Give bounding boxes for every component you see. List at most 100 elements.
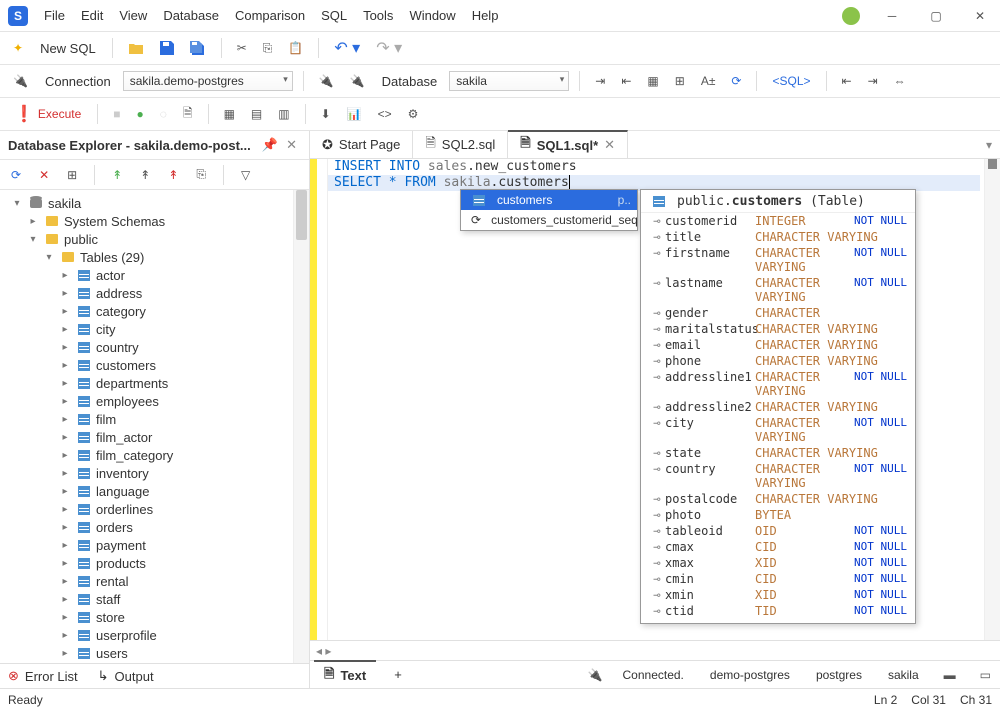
layout1-icon[interactable]: ▦ xyxy=(219,104,240,124)
tab-sql2[interactable]: 🗎SQL2.sql xyxy=(413,131,508,159)
copy-icon[interactable]: ⎘ xyxy=(258,38,278,59)
tree-table-userprofile[interactable]: ▸userprofile xyxy=(0,626,309,644)
tab-sql1[interactable]: 🗎SQL1.sql*✕ xyxy=(508,130,628,158)
remove-connection-icon[interactable]: 🔌 xyxy=(345,71,370,91)
del-conn-icon[interactable]: ↟ xyxy=(135,165,155,185)
error-list-button[interactable]: ⊗Error List xyxy=(8,668,78,684)
paste-icon[interactable]: 📋 xyxy=(283,38,308,58)
history-icon[interactable]: 🗎 xyxy=(178,101,198,128)
menu-view[interactable]: View xyxy=(111,8,155,23)
database-explorer-panel[interactable]: Database Explorer - sakila.demo-post... … xyxy=(0,131,310,688)
database-dropdown[interactable]: sakila xyxy=(449,71,569,91)
align-center-icon[interactable]: ⇔ xyxy=(889,71,911,91)
align-left-icon[interactable]: ⇤ xyxy=(837,71,857,91)
menu-comparison[interactable]: Comparison xyxy=(227,8,313,23)
autocomplete-popup[interactable]: customers p.. ⟳ customers_customerid_seq… xyxy=(460,189,638,231)
new-sql-button[interactable]: New SQL xyxy=(34,38,102,59)
grid-icon[interactable]: ▦ xyxy=(642,71,663,91)
menu-file[interactable]: File xyxy=(36,8,73,23)
connection-icon[interactable]: 🔌 xyxy=(8,71,33,91)
tree-schema-public[interactable]: ▾public xyxy=(0,230,309,248)
tabs-overflow-icon[interactable]: ▾ xyxy=(978,138,1000,152)
tree-table-actor[interactable]: ▸actor xyxy=(0,266,309,284)
save-all-icon[interactable] xyxy=(185,38,211,58)
collapse-icon[interactable]: ✕ xyxy=(34,165,54,185)
align-right-icon[interactable]: ⇥ xyxy=(863,71,883,91)
redo-icon[interactable]: ↷ ▾ xyxy=(371,35,407,61)
tree-db-sakila[interactable]: ▾sakila xyxy=(0,194,309,212)
close-button[interactable]: ✕ xyxy=(968,4,992,28)
tree-table-users[interactable]: ▸users xyxy=(0,644,309,662)
connection-dropdown[interactable]: sakila.demo-postgres xyxy=(123,71,293,91)
tree-table-film_category[interactable]: ▸film_category xyxy=(0,446,309,464)
tree-table-language[interactable]: ▸language xyxy=(0,482,309,500)
sql-editor[interactable]: INSERT INTO sales.new_customers SELECT *… xyxy=(310,159,1000,640)
tree-table-category[interactable]: ▸category xyxy=(0,302,309,320)
stop-icon[interactable]: ■ xyxy=(108,104,125,124)
layout-toggle-1[interactable]: ▬ xyxy=(939,665,961,685)
duplicate-icon[interactable]: ⎘ xyxy=(191,164,211,185)
menu-window[interactable]: Window xyxy=(401,8,463,23)
tab-close-icon[interactable]: ✕ xyxy=(604,137,615,153)
sql-profiler-icon[interactable]: <SQL> xyxy=(767,71,815,91)
tree-scrollbar[interactable] xyxy=(293,190,309,663)
tree-table-rental[interactable]: ▸rental xyxy=(0,572,309,590)
panel-close-icon[interactable]: ✕ xyxy=(282,137,301,153)
rollback-icon[interactable]: ◌ xyxy=(155,104,172,124)
minimize-button[interactable]: ─ xyxy=(880,4,904,28)
undo-icon[interactable]: ↶ ▾ xyxy=(329,35,365,61)
menu-tools[interactable]: Tools xyxy=(355,8,401,23)
tree-table-products[interactable]: ▸products xyxy=(0,554,309,572)
menu-help[interactable]: Help xyxy=(464,8,507,23)
format-icon[interactable]: ⊞ xyxy=(670,71,690,91)
tree-tables-folder[interactable]: ▾Tables (29) xyxy=(0,248,309,266)
zap-icon[interactable]: ✦ xyxy=(8,38,28,58)
editor-hscroll[interactable]: ◂ ▸ xyxy=(310,640,1000,660)
save-icon[interactable] xyxy=(155,38,179,58)
result-tab-add[interactable]: + xyxy=(384,664,412,685)
menu-database[interactable]: Database xyxy=(155,8,227,23)
outdent-icon[interactable]: ⇤ xyxy=(616,71,636,91)
tree-table-departments[interactable]: ▸departments xyxy=(0,374,309,392)
menu-edit[interactable]: Edit xyxy=(73,8,111,23)
layout-toggle-2[interactable]: ▭ xyxy=(975,665,996,685)
tree-table-inventory[interactable]: ▸inventory xyxy=(0,464,309,482)
tree-table-customers[interactable]: ▸customers xyxy=(0,356,309,374)
tree-table-orders[interactable]: ▸orders xyxy=(0,518,309,536)
filter-icon[interactable]: ▽ xyxy=(236,165,255,185)
edit-conn-icon[interactable]: ↟ xyxy=(163,165,183,185)
object-tree[interactable]: ▾sakila▸System Schemas▾public▾Tables (29… xyxy=(0,190,309,663)
tree-table-store[interactable]: ▸store xyxy=(0,608,309,626)
result-tab-text[interactable]: 🗎Text xyxy=(314,660,376,690)
tree-table-film_actor[interactable]: ▸film_actor xyxy=(0,428,309,446)
tree-table-payment[interactable]: ▸payment xyxy=(0,536,309,554)
layout3-icon[interactable]: ▥ xyxy=(273,104,294,124)
tab-start-page[interactable]: ✪Start Page xyxy=(310,131,413,159)
tree-table-address[interactable]: ▸address xyxy=(0,284,309,302)
autocomplete-item-sequence[interactable]: ⟳ customers_customerid_seq p.. xyxy=(461,210,637,230)
export-icon[interactable]: ⬇ xyxy=(316,104,336,124)
tree-system-schemas[interactable]: ▸System Schemas xyxy=(0,212,309,230)
pin-icon[interactable]: 📌 xyxy=(258,137,282,153)
open-icon[interactable] xyxy=(123,38,149,58)
settings-icon[interactable]: ⚙ xyxy=(403,104,424,124)
maximize-button[interactable]: ▢ xyxy=(924,4,948,28)
tree-table-country[interactable]: ▸country xyxy=(0,338,309,356)
expand-icon[interactable]: ⊞ xyxy=(62,165,82,185)
commit-icon[interactable]: ● xyxy=(132,104,149,124)
user-avatar[interactable] xyxy=(842,7,860,25)
chart-icon[interactable]: 📊 xyxy=(342,104,367,124)
layout2-icon[interactable]: ▤ xyxy=(246,104,267,124)
tree-table-staff[interactable]: ▸staff xyxy=(0,590,309,608)
execute-button[interactable]: ❗Execute xyxy=(8,101,87,127)
tree-views-folder[interactable]: ▸Views xyxy=(0,662,309,663)
autocomplete-item-customers[interactable]: customers p.. xyxy=(461,190,637,210)
menu-sql[interactable]: SQL xyxy=(313,8,355,23)
cut-icon[interactable]: ✂ xyxy=(232,38,252,58)
add-connection-icon[interactable]: 🔌 xyxy=(314,71,339,91)
output-button[interactable]: ↳Output xyxy=(98,668,154,684)
tree-table-orderlines[interactable]: ▸orderlines xyxy=(0,500,309,518)
refresh-icon[interactable]: ⟳ xyxy=(726,71,746,91)
code-icon[interactable]: <> xyxy=(373,104,397,124)
editor-scrollbar[interactable] xyxy=(984,159,1000,640)
